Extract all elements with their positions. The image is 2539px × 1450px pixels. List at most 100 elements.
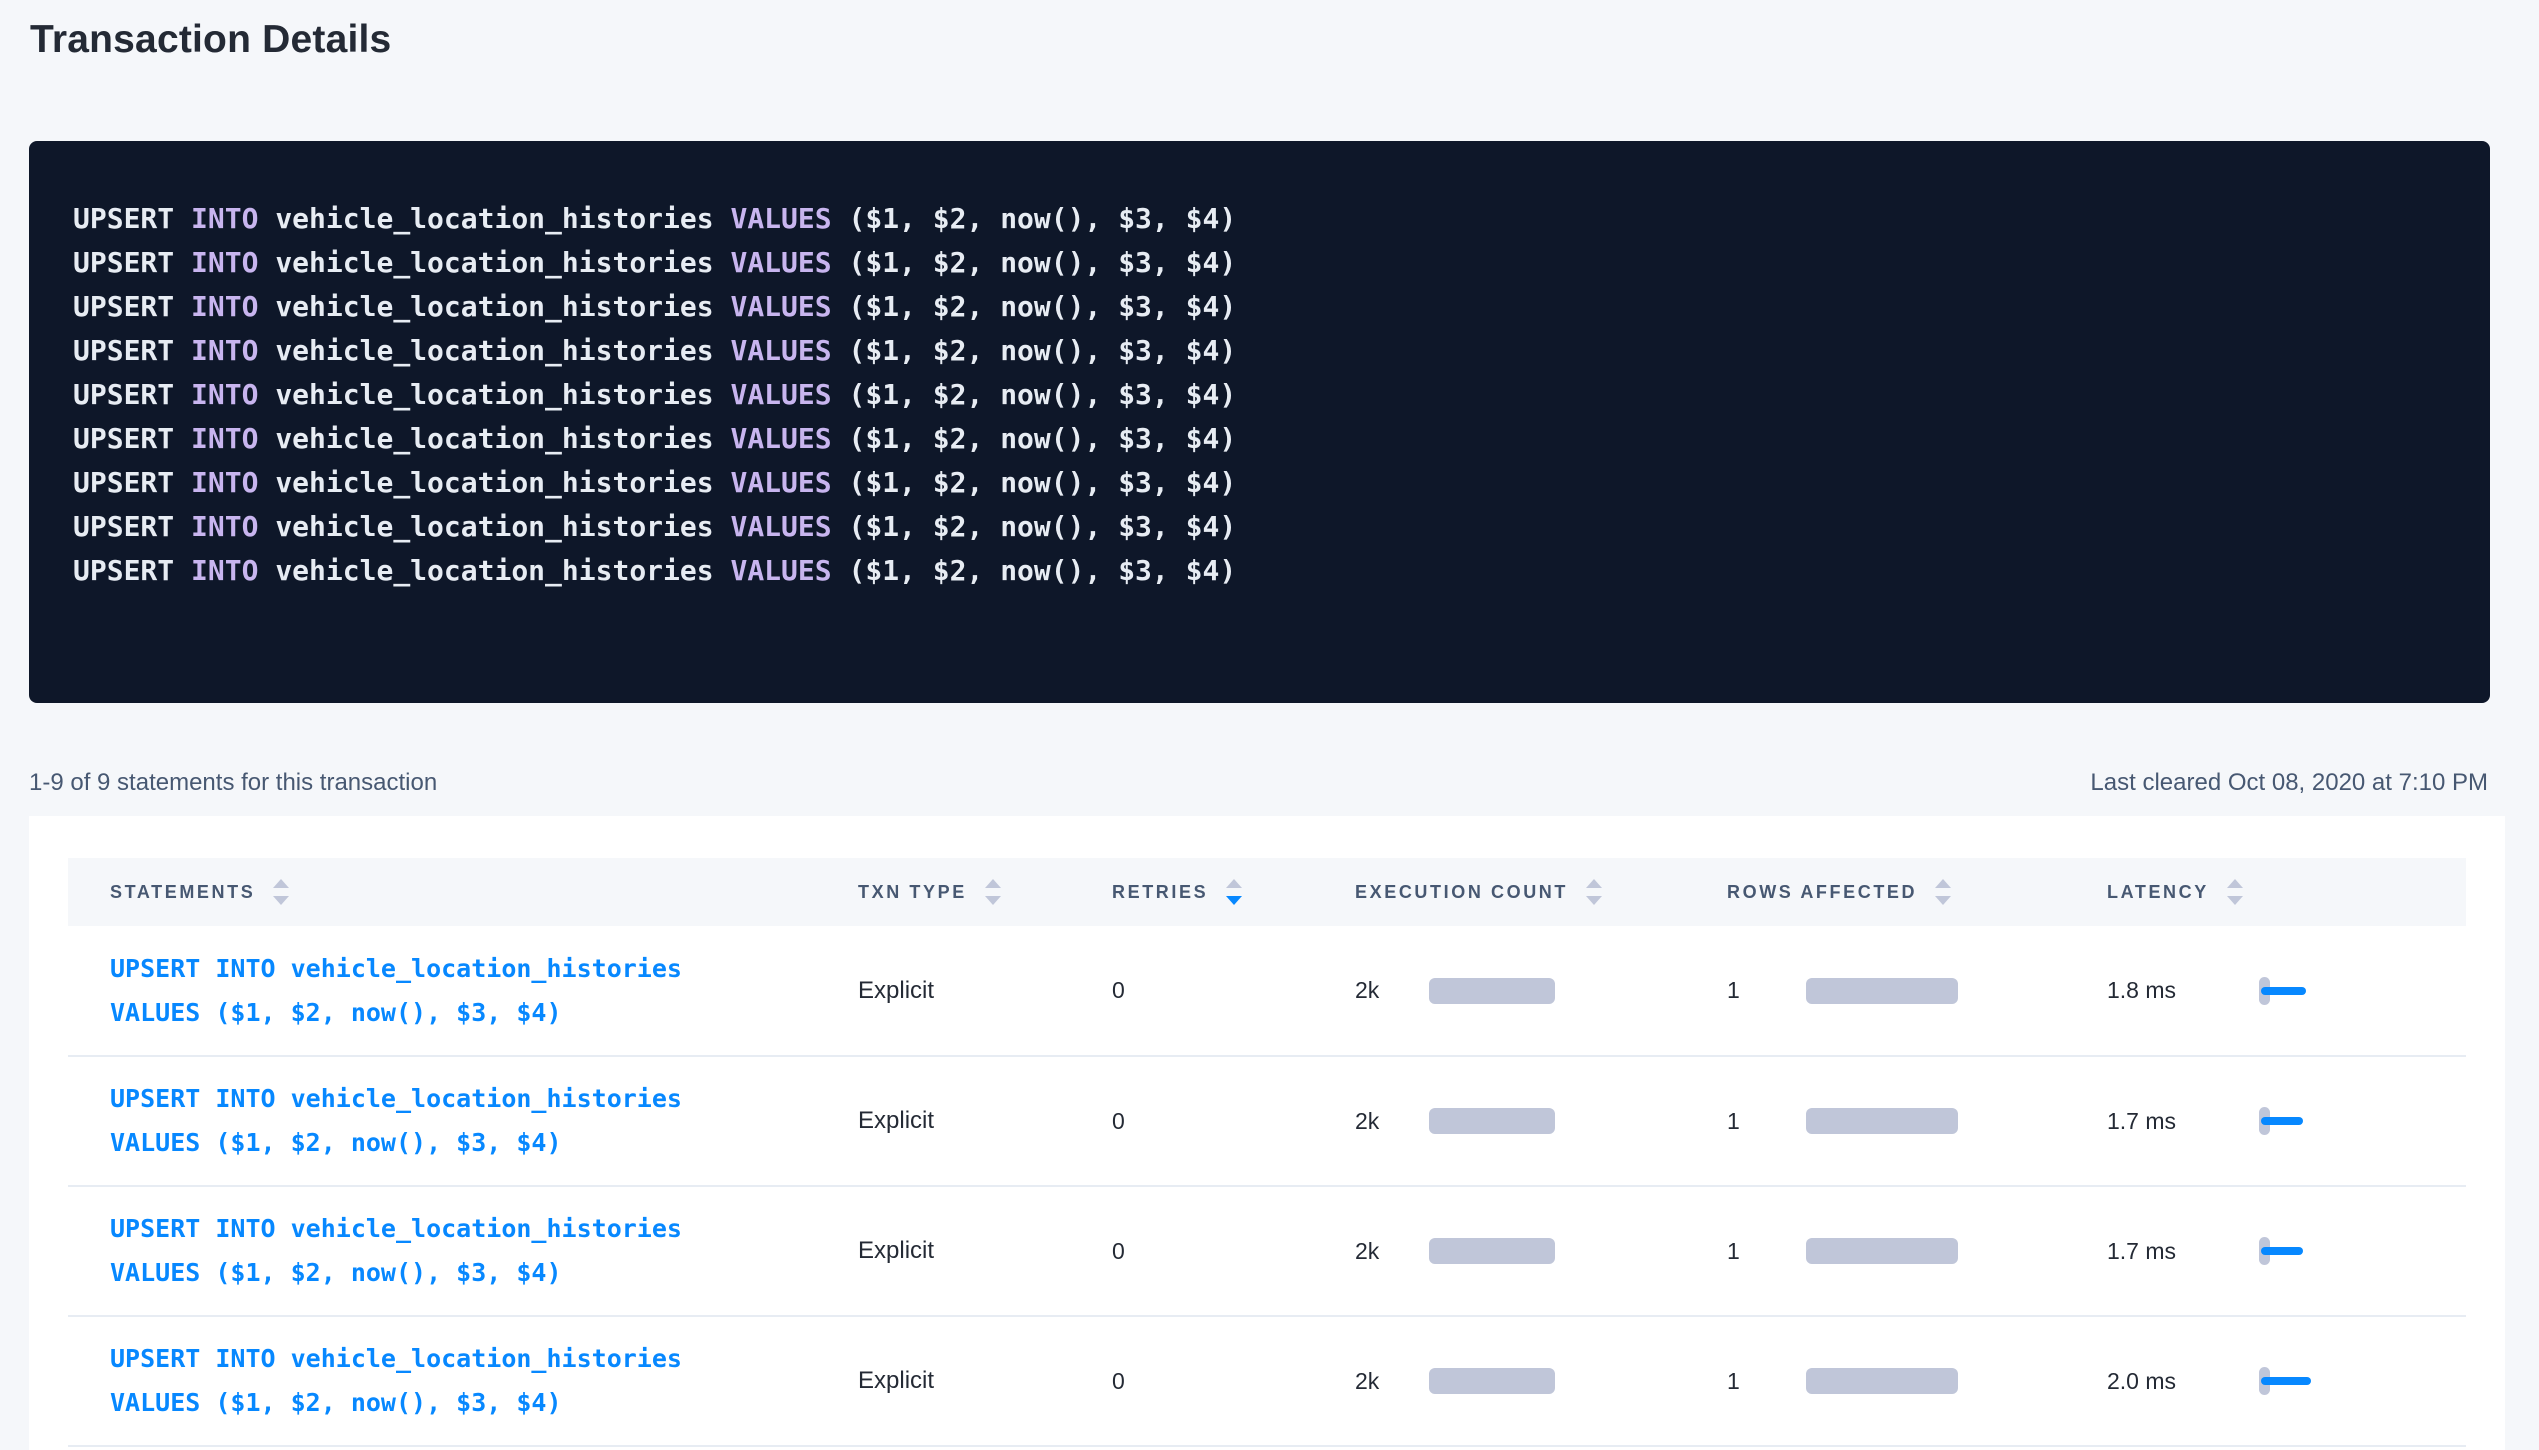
sql-keyword: INTO [191,246,275,279]
txn-type-value: Explicit [858,1367,934,1394]
sql-keyword: INTO [191,202,275,235]
sql-text: ($1, $2, now(), $3, $4) [848,202,1236,235]
execution-count-cell: 2k [1313,926,1685,1056]
execution-count-value: 2k [1355,1108,1429,1135]
sql-text: ($1, $2, now(), $3, $4) [848,290,1236,323]
sort-icons [1935,879,1951,905]
page-title: Transaction Details [30,18,2539,62]
execution-count-value: 2k [1355,1238,1429,1265]
txn-type-cell: Explicit [816,926,1070,1056]
sql-text: vehicle_location_histories [275,510,730,543]
execution-count-bar [1429,1238,1555,1264]
sort-icons [985,879,1001,905]
column-header-cell-execution-count: EXECUTION COUNT [1313,858,1685,926]
latency-cell: 1.8 ms [2065,926,2466,1056]
column-header-txn-type[interactable]: TXN TYPE [858,879,1001,905]
last-cleared-text: Last cleared Oct 08, 2020 at 7:10 PM [2090,769,2488,797]
sql-keyword: VALUES [730,202,848,235]
execution-count-cell: 2k [1313,1186,1685,1316]
sort-icons [2227,879,2243,905]
sort-asc-icon[interactable] [2227,879,2243,888]
statement-line-2: VALUES ($1, $2, now(), $3, $4) [110,1381,816,1425]
statement-link[interactable]: UPSERT INTO vehicle_location_historiesVA… [110,1207,816,1295]
sql-line: UPSERT INTO vehicle_location_histories V… [73,505,2450,549]
retries-value: 0 [1112,977,1125,1003]
sql-text: ($1, $2, now(), $3, $4) [848,510,1236,543]
statement-line-1: UPSERT INTO vehicle_location_histories [110,1337,816,1381]
column-header-cell-statements: STATEMENTS [68,858,816,926]
sql-text: ($1, $2, now(), $3, $4) [848,334,1236,367]
sql-text: vehicle_location_histories [275,290,730,323]
execution-count-bar [1429,1368,1555,1394]
rows-affected-value: 1 [1727,1238,1806,1265]
rows-affected-metric: 1 [1727,1108,2065,1135]
sql-keyword: INTO [191,510,275,543]
sort-desc-icon[interactable] [2227,896,2243,905]
sql-keyword: VALUES [730,554,848,587]
execution-count-metric: 2k [1355,1108,1685,1135]
sort-asc-icon[interactable] [985,879,1001,888]
statement-cell: UPSERT INTO vehicle_location_historiesVA… [68,926,816,1056]
column-header-cell-latency: LATENCY [2065,858,2466,926]
table-body: UPSERT INTO vehicle_location_historiesVA… [68,926,2466,1446]
sql-keyword: INTO [191,422,275,455]
sql-keyword: VALUES [730,510,848,543]
column-label-latency: LATENCY [2107,882,2209,903]
column-header-statements[interactable]: STATEMENTS [110,879,289,905]
latency-cell: 1.7 ms [2065,1056,2466,1186]
statement-link[interactable]: UPSERT INTO vehicle_location_historiesVA… [110,1077,816,1165]
statement-line-2: VALUES ($1, $2, now(), $3, $4) [110,1121,816,1165]
sort-desc-icon[interactable] [1226,896,1242,905]
column-header-retries[interactable]: RETRIES [1112,879,1242,905]
execution-count-bar [1429,1108,1555,1134]
sql-keyword: INTO [191,378,275,411]
table-row: UPSERT INTO vehicle_location_historiesVA… [68,926,2466,1056]
sql-line: UPSERT INTO vehicle_location_histories V… [73,197,2450,241]
statement-line-1: UPSERT INTO vehicle_location_histories [110,1207,816,1251]
retries-cell: 0 [1070,1186,1313,1316]
rows-affected-cell: 1 [1685,926,2065,1056]
sql-text: ($1, $2, now(), $3, $4) [848,554,1236,587]
sort-desc-icon[interactable] [985,896,1001,905]
sql-line: UPSERT INTO vehicle_location_histories V… [73,373,2450,417]
sort-asc-icon[interactable] [1586,879,1602,888]
sql-keyword: VALUES [730,334,848,367]
sort-asc-icon[interactable] [273,879,289,888]
latency-value: 1.8 ms [2107,977,2259,1004]
sql-line: UPSERT INTO vehicle_location_histories V… [73,549,2450,593]
sort-asc-icon[interactable] [1226,879,1242,888]
table-row: UPSERT INTO vehicle_location_historiesVA… [68,1056,2466,1186]
rows-affected-value: 1 [1727,1368,1806,1395]
txn-type-cell: Explicit [816,1316,1070,1446]
sort-desc-icon[interactable] [273,896,289,905]
sql-text: ($1, $2, now(), $3, $4) [848,246,1236,279]
sql-keyword: INTO [191,554,275,587]
sql-text: vehicle_location_histories [275,466,730,499]
column-header-latency[interactable]: LATENCY [2107,879,2243,905]
rows-affected-value: 1 [1727,977,1806,1004]
sql-text: ($1, $2, now(), $3, $4) [848,378,1236,411]
sql-text: UPSERT [73,422,191,455]
sql-line: UPSERT INTO vehicle_location_histories V… [73,461,2450,505]
statement-link[interactable]: UPSERT INTO vehicle_location_historiesVA… [110,1337,816,1425]
column-header-rows-affected[interactable]: ROWS AFFECTED [1727,879,1951,905]
txn-type-value: Explicit [858,1107,934,1134]
sql-text: UPSERT [73,246,191,279]
sql-text: vehicle_location_histories [275,202,730,235]
table-row: UPSERT INTO vehicle_location_historiesVA… [68,1186,2466,1316]
statement-line-1: UPSERT INTO vehicle_location_histories [110,1077,816,1121]
table-header-row: STATEMENTS TXN TYPE RETRIES EXECUTION COUNT… [68,858,2466,926]
sort-desc-icon[interactable] [1586,896,1602,905]
latency-bar [2261,1247,2303,1255]
column-header-execution-count[interactable]: EXECUTION COUNT [1355,879,1602,905]
rows-affected-value: 1 [1727,1108,1806,1135]
txn-type-cell: Explicit [816,1056,1070,1186]
sql-text: UPSERT [73,510,191,543]
retries-cell: 0 [1070,926,1313,1056]
rows-affected-metric: 1 [1727,1368,2065,1395]
statement-link[interactable]: UPSERT INTO vehicle_location_historiesVA… [110,947,816,1035]
sort-desc-icon[interactable] [1935,896,1951,905]
table-row: UPSERT INTO vehicle_location_historiesVA… [68,1316,2466,1446]
sort-asc-icon[interactable] [1935,879,1951,888]
rows-affected-cell: 1 [1685,1316,2065,1446]
